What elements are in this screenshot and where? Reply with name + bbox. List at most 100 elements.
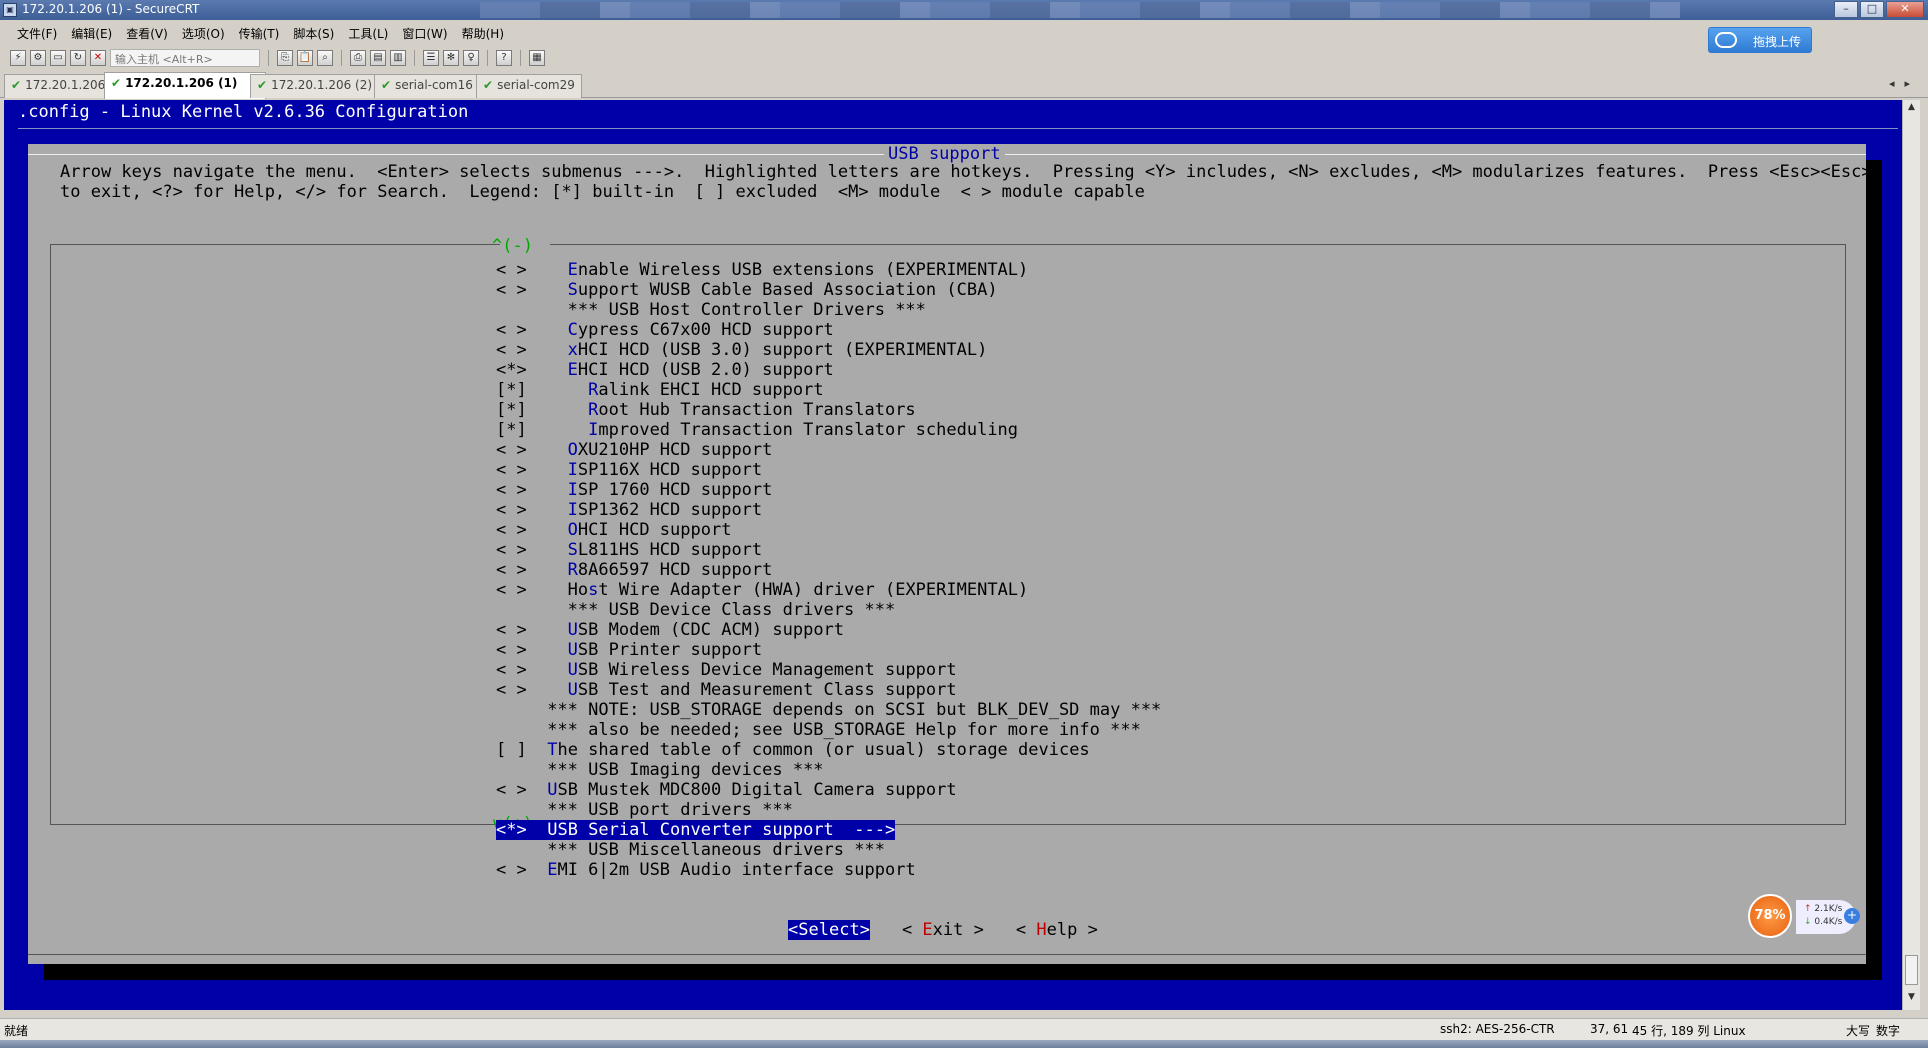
entry-label: oot Hub Transaction Translators xyxy=(598,400,916,420)
menu-item[interactable]: 传输(T) xyxy=(232,22,287,44)
help-icon[interactable]: ? xyxy=(496,50,512,66)
help-line-1: Arrow keys navigate the menu. <Enter> se… xyxy=(60,162,1872,182)
maximize-button[interactable]: □ xyxy=(1860,1,1884,18)
session-tab[interactable]: ✔ serial-com16 xyxy=(374,74,480,98)
global-options-icon[interactable]: ✻ xyxy=(443,50,459,66)
entry-label: MI 6|2m USB Audio interface support xyxy=(557,860,916,880)
menu-item[interactable]: 工具(L) xyxy=(341,22,395,44)
entry-state: < > xyxy=(496,260,527,280)
menu-item[interactable]: 选项(O) xyxy=(175,22,232,44)
session-tab[interactable]: ✔ serial-com29 xyxy=(476,74,582,98)
menu-entry[interactable]: < > USB Wireless Device Management suppo… xyxy=(496,660,1161,680)
status-num: 数字 xyxy=(1876,1024,1901,1038)
menu-entry[interactable]: < > OHCI HCD support xyxy=(496,520,1161,540)
print-icon[interactable]: ⎙ xyxy=(350,50,366,66)
close-button[interactable]: ✕ xyxy=(1886,1,1924,18)
menu-entry[interactable]: < > R8A66597 HCD support xyxy=(496,560,1161,580)
session-options-icon[interactable]: ☰ xyxy=(423,50,439,66)
entry-label: SB Wireless Device Management support xyxy=(577,660,957,680)
host-input[interactable]: 输入主机 <Alt+R> xyxy=(110,49,260,67)
scroll-up-arrow-icon[interactable]: ▲ xyxy=(1905,102,1918,116)
session-tab[interactable]: ✔ 172.20.1.206 xyxy=(4,74,113,98)
reconnect-icon[interactable]: ↻ xyxy=(70,50,86,66)
entry-label: 8A66597 HCD support xyxy=(577,560,773,580)
menu-entry[interactable]: <*> USB Serial Converter support ---> xyxy=(496,820,1161,840)
menu-entry[interactable]: *** USB Host Controller Drivers *** xyxy=(496,300,1161,320)
entry-state: < > xyxy=(496,680,527,700)
dialog-button[interactable]: < Exit > xyxy=(902,920,984,940)
printer-icon[interactable]: ▥ xyxy=(390,50,406,66)
securecrt-app-icon[interactable]: ▣ xyxy=(3,3,17,17)
find-icon[interactable]: ⌕ xyxy=(317,50,333,66)
connected-check-icon: ✔ xyxy=(257,78,268,92)
connect-tab-icon[interactable]: ▭ xyxy=(50,50,66,66)
keymap-icon[interactable]: ♀ xyxy=(463,50,479,66)
scroll-down-arrow-icon[interactable]: ▼ xyxy=(1905,992,1918,1006)
menu-item[interactable]: 编辑(E) xyxy=(64,22,119,44)
menu-item[interactable]: 窗口(W) xyxy=(395,22,454,44)
session-tab[interactable]: ✔ 172.20.1.206 (2) xyxy=(250,74,380,98)
menu-entry[interactable]: <*> EHCI HCD (USB 2.0) support xyxy=(496,360,1161,380)
menu-entry[interactable]: [*] Improved Transaction Translator sche… xyxy=(496,420,1161,440)
menu-entry[interactable]: < > xHCI HCD (USB 3.0) support (EXPERIME… xyxy=(496,340,1161,360)
menu-entry[interactable]: [*] Root Hub Transaction Translators xyxy=(496,400,1161,420)
entry-hotkey: I xyxy=(567,500,578,520)
disconnect-icon[interactable]: ✕ xyxy=(90,50,106,66)
terminal-scrollbar[interactable]: ▲ ▼ xyxy=(1902,100,1920,1010)
quick-connect-icon[interactable]: ⚙ xyxy=(30,50,46,66)
paste-icon[interactable]: 📋 xyxy=(297,50,313,66)
print-setup-icon[interactable]: ▤ xyxy=(370,50,386,66)
dialog-button[interactable]: <Select> xyxy=(788,920,870,940)
menu-entry[interactable]: *** NOTE: USB_STORAGE depends on SCSI bu… xyxy=(496,700,1161,720)
menu-entry[interactable]: < > EMI 6|2m USB Audio interface support xyxy=(496,860,1161,880)
menu-item[interactable]: 脚本(S) xyxy=(286,22,341,44)
status-ready: 就绪 xyxy=(4,1024,29,1038)
entry-state: [*] xyxy=(496,400,527,420)
sftp-icon[interactable]: ▦ xyxy=(529,50,545,66)
menu-item[interactable]: 帮助(H) xyxy=(455,22,511,44)
menu-entry[interactable]: [ ] The shared table of common (or usual… xyxy=(496,740,1161,760)
menu-item[interactable]: 文件(F) xyxy=(10,22,64,44)
memory-percent-ball[interactable]: 78% xyxy=(1748,894,1792,938)
network-speed-widget[interactable]: ↑ 2.1K/s ↓ 0.4K/s 78% + xyxy=(1748,894,1860,940)
entry-label: SB Mustek MDC800 Digital Camera support xyxy=(557,780,957,800)
dialog-button[interactable]: < Help > xyxy=(1016,920,1098,940)
connect-icon[interactable]: ⚡ xyxy=(10,50,26,66)
entry-hotkey: R xyxy=(588,380,599,400)
minimize-button[interactable]: – xyxy=(1834,1,1858,18)
menu-entry[interactable]: < > ISP116X HCD support xyxy=(496,460,1161,480)
menu-entry[interactable]: < > USB Printer support xyxy=(496,640,1161,660)
menu-entry[interactable]: *** USB Device Class drivers *** xyxy=(496,600,1161,620)
menu-entry[interactable]: *** also be needed; see USB_STORAGE Help… xyxy=(496,720,1161,740)
menu-entry[interactable]: < > ISP1362 HCD support xyxy=(496,500,1161,520)
menu-entry[interactable]: < > Cypress C67x00 HCD support xyxy=(496,320,1161,340)
terminal-area[interactable]: .config - Linux Kernel v2.6.36 Configura… xyxy=(4,100,1902,1010)
scrollbar-thumb[interactable] xyxy=(1905,955,1918,985)
entry-state xyxy=(496,720,527,740)
menu-entry[interactable]: < > USB Modem (CDC ACM) support xyxy=(496,620,1161,640)
entry-label: mproved Transaction Translator schedulin… xyxy=(598,420,1019,440)
entry-state: <*> xyxy=(496,360,527,380)
menu-entry[interactable]: *** USB Miscellaneous drivers *** xyxy=(496,840,1161,860)
menu-entry[interactable]: < > OXU210HP HCD support xyxy=(496,440,1161,460)
menu-entry[interactable]: < > Support WUSB Cable Based Association… xyxy=(496,280,1161,300)
menu-item[interactable]: 查看(V) xyxy=(119,22,175,44)
menu-entry[interactable]: *** USB port drivers *** xyxy=(496,800,1161,820)
menu-entry[interactable]: < > USB Mustek MDC800 Digital Camera sup… xyxy=(496,780,1161,800)
entry-state: < > xyxy=(496,560,527,580)
menu-entry[interactable]: < > Host Wire Adapter (HWA) driver (EXPE… xyxy=(496,580,1161,600)
menu-entry[interactable]: < > Enable Wireless USB extensions (EXPE… xyxy=(496,260,1161,280)
menu-entry[interactable]: < > SL811HS HCD support xyxy=(496,540,1161,560)
plus-icon[interactable]: + xyxy=(1844,908,1860,924)
menu-entry[interactable]: [*] Ralink EHCI HCD support xyxy=(496,380,1161,400)
menu-entry[interactable]: < > ISP 1760 HCD support xyxy=(496,480,1161,500)
entry-label: SP1362 HCD support xyxy=(577,500,763,520)
menu-entry[interactable]: *** USB Imaging devices *** xyxy=(496,760,1161,780)
entry-label: *** NOTE: USB_STORAGE depends on SCSI bu… xyxy=(547,700,1162,720)
copy-icon[interactable]: ⎘ xyxy=(277,50,293,66)
entry-state: < > xyxy=(496,520,527,540)
menu-entry[interactable]: < > USB Test and Measurement Class suppo… xyxy=(496,680,1161,700)
session-tab[interactable]: ✔172.20.1.206 (1)× xyxy=(104,72,267,99)
title-bar: ▣ 172.20.1.206 (1) - SecureCRT – □ ✕ xyxy=(0,0,1928,20)
tab-scroll-arrows[interactable]: ◂▸ xyxy=(1889,77,1920,90)
